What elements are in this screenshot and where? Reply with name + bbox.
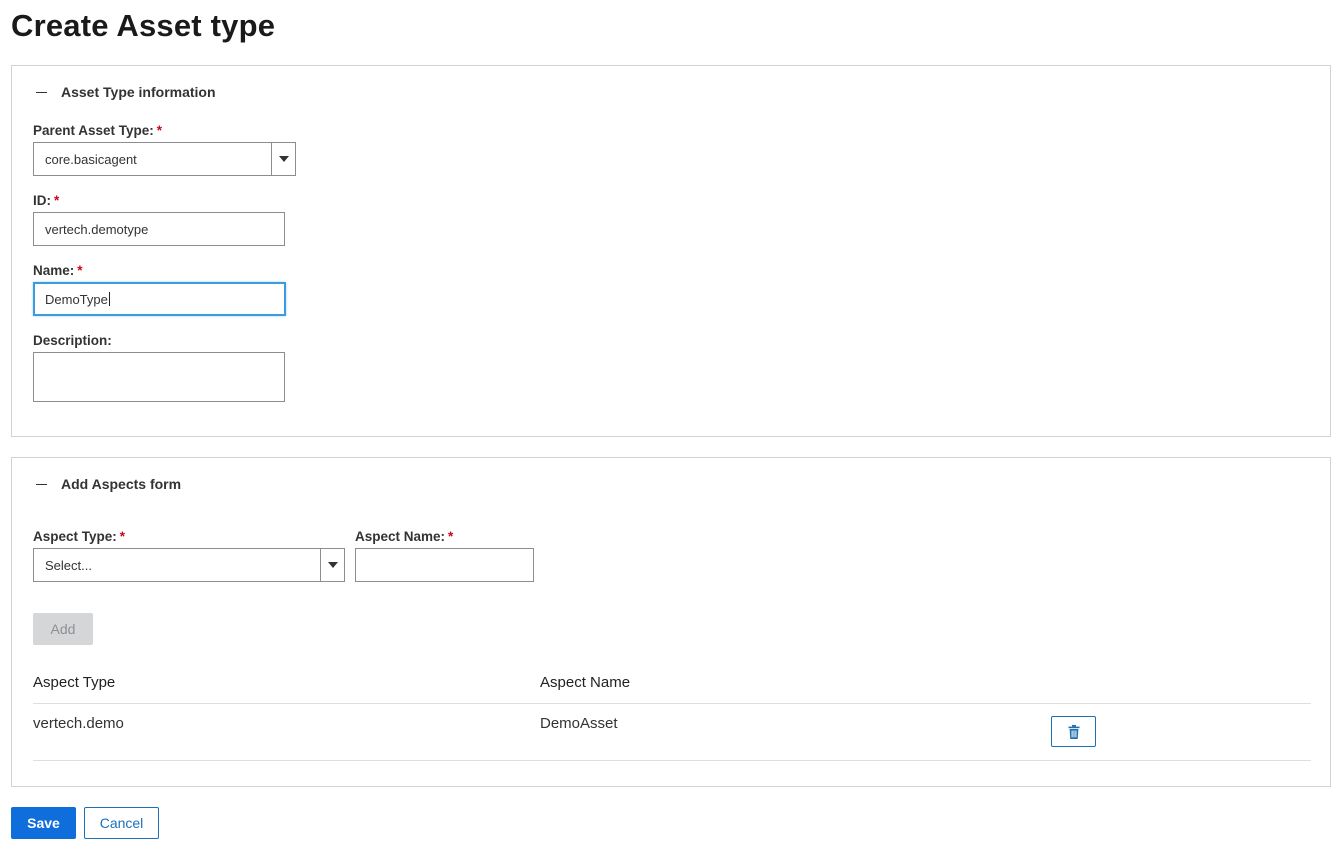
parent-asset-type-label-text: Parent Asset Type: xyxy=(33,123,154,138)
aspect-type-label-text: Aspect Type: xyxy=(33,529,117,544)
minus-icon[interactable] xyxy=(36,91,47,93)
id-label-text: ID: xyxy=(33,193,51,208)
name-input-value: DemoType xyxy=(45,291,108,307)
add-aspects-header[interactable]: Add Aspects form xyxy=(36,476,181,492)
aspect-name-label-text: Aspect Name: xyxy=(355,529,446,544)
asset-type-info-title: Asset Type information xyxy=(61,84,216,100)
required-marker: * xyxy=(77,263,83,278)
description-textarea[interactable] xyxy=(33,352,285,402)
required-marker: * xyxy=(119,529,126,544)
add-aspects-title: Add Aspects form xyxy=(61,476,182,492)
aspect-type-dropdown-button[interactable] xyxy=(320,549,344,581)
name-label-text: Name: xyxy=(33,263,75,278)
caret-down-icon xyxy=(327,562,338,568)
aspect-type-select[interactable]: Select... xyxy=(33,548,345,582)
id-label: ID: * xyxy=(33,193,59,208)
add-aspect-button[interactable]: Add xyxy=(33,613,93,645)
name-input[interactable]: DemoType xyxy=(33,282,286,316)
table-header-divider xyxy=(33,703,1311,704)
table-row-aspect-type: vertech.demo xyxy=(33,715,124,732)
table-row-divider xyxy=(33,760,1311,761)
parent-asset-type-dropdown-button[interactable] xyxy=(271,143,295,175)
description-label: Description: xyxy=(33,333,112,348)
id-input[interactable]: vertech.demotype xyxy=(33,212,285,246)
asset-type-info-header[interactable]: Asset Type information xyxy=(36,84,216,100)
aspect-name-input[interactable] xyxy=(355,548,534,582)
parent-asset-type-label: Parent Asset Type: * xyxy=(33,123,162,138)
id-input-value: vertech.demotype xyxy=(45,221,149,237)
table-header-aspect-type: Aspect Type xyxy=(33,674,116,691)
required-marker: * xyxy=(54,193,60,208)
trash-icon xyxy=(1068,724,1079,739)
minus-icon[interactable] xyxy=(36,483,47,485)
aspect-type-value: Select... xyxy=(45,557,92,573)
name-label: Name: * xyxy=(33,263,83,278)
required-marker: * xyxy=(156,123,163,138)
delete-aspect-button[interactable] xyxy=(1051,716,1096,747)
cancel-button[interactable]: Cancel xyxy=(84,807,159,839)
caret-down-icon xyxy=(278,156,289,162)
save-button[interactable]: Save xyxy=(11,807,76,839)
parent-asset-type-value: core.basicagent xyxy=(45,151,137,167)
page: Create Asset type Asset Type information… xyxy=(0,0,1343,861)
required-marker: * xyxy=(448,529,454,544)
aspect-name-label: Aspect Name: * xyxy=(355,529,453,544)
table-row-aspect-name: DemoAsset xyxy=(540,715,618,732)
page-title: Create Asset type xyxy=(11,8,276,43)
aspect-type-label: Aspect Type: * xyxy=(33,529,125,544)
text-cursor xyxy=(108,292,110,306)
asset-type-info-panel: Asset Type information Parent Asset Type… xyxy=(11,65,1331,437)
description-label-text: Description: xyxy=(33,333,112,348)
add-aspects-panel: Add Aspects form Aspect Type: * Select...… xyxy=(11,457,1331,787)
parent-asset-type-select[interactable]: core.basicagent xyxy=(33,142,296,176)
table-header-aspect-name: Aspect Name xyxy=(540,674,631,691)
